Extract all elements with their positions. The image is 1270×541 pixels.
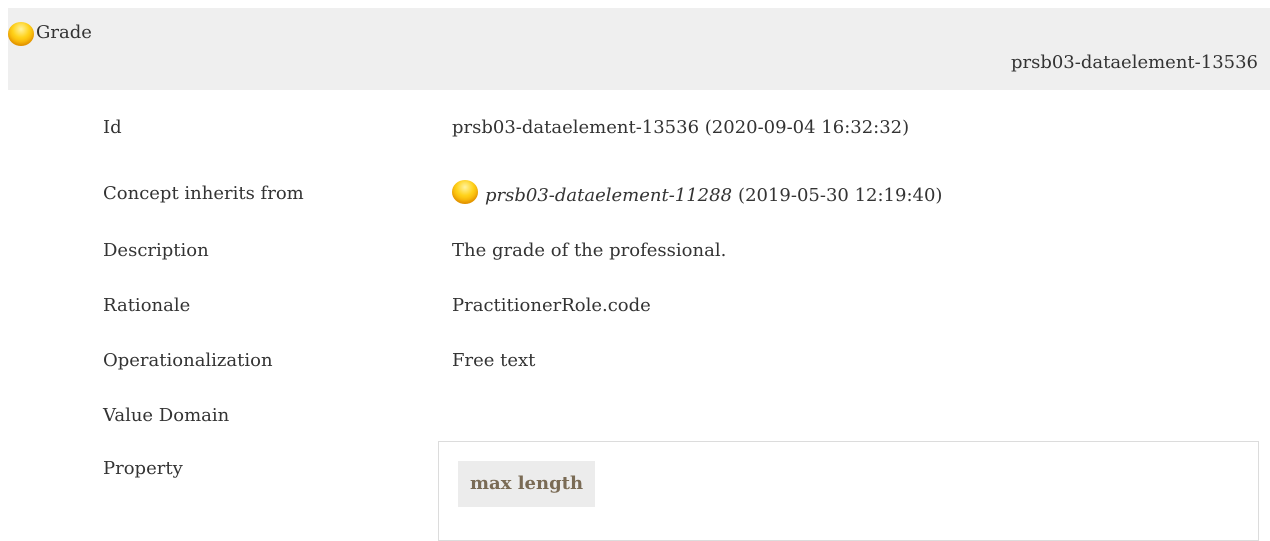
row-label-description: Description — [103, 240, 209, 261]
row-value-id: prsb03-dataelement-13536 (2020-09-04 16:… — [452, 117, 909, 138]
row-value-inherits-from: prsb03-dataelement-11288 (2019-05-30 12:… — [452, 179, 943, 206]
operationalization-text: Free text — [452, 350, 536, 371]
concept-header-id: prsb03-dataelement-13536 — [1010, 52, 1258, 73]
row-value-operationalization: Free text — [452, 350, 535, 371]
max-length-property-chip: max length — [458, 461, 596, 507]
row-label-value-domain: Value Domain — [103, 405, 230, 426]
row-label-property: Property — [103, 458, 183, 479]
inherited-concept-orb-icon — [452, 179, 478, 204]
row-value-description: The grade of the professional. — [452, 240, 726, 261]
inherited-concept-date: (2019-05-30 12:19:40) — [738, 185, 943, 206]
id-value-text: prsb03-dataelement-13536 (2020-09-04 16:… — [452, 117, 910, 138]
property-panel: max length — [438, 441, 1259, 541]
concept-header: Grade prsb03-dataelement-13536 — [8, 8, 1270, 90]
concept-status-orb-icon — [8, 22, 34, 46]
row-label-rationale: Rationale — [103, 295, 191, 316]
concept-title[interactable]: Grade — [8, 17, 92, 49]
rationale-text: PractitionerRole.code — [452, 295, 651, 316]
concept-title-text: Grade — [36, 22, 92, 43]
row-value-rationale: PractitionerRole.code — [452, 295, 651, 316]
row-label-operationalization: Operationalization — [103, 350, 273, 371]
row-label-inherits-from: Concept inherits from — [103, 183, 304, 204]
description-text: The grade of the professional. — [452, 240, 727, 261]
row-label-id: Id — [103, 117, 122, 138]
inherited-concept-link[interactable]: prsb03-dataelement-11288 — [485, 185, 732, 206]
